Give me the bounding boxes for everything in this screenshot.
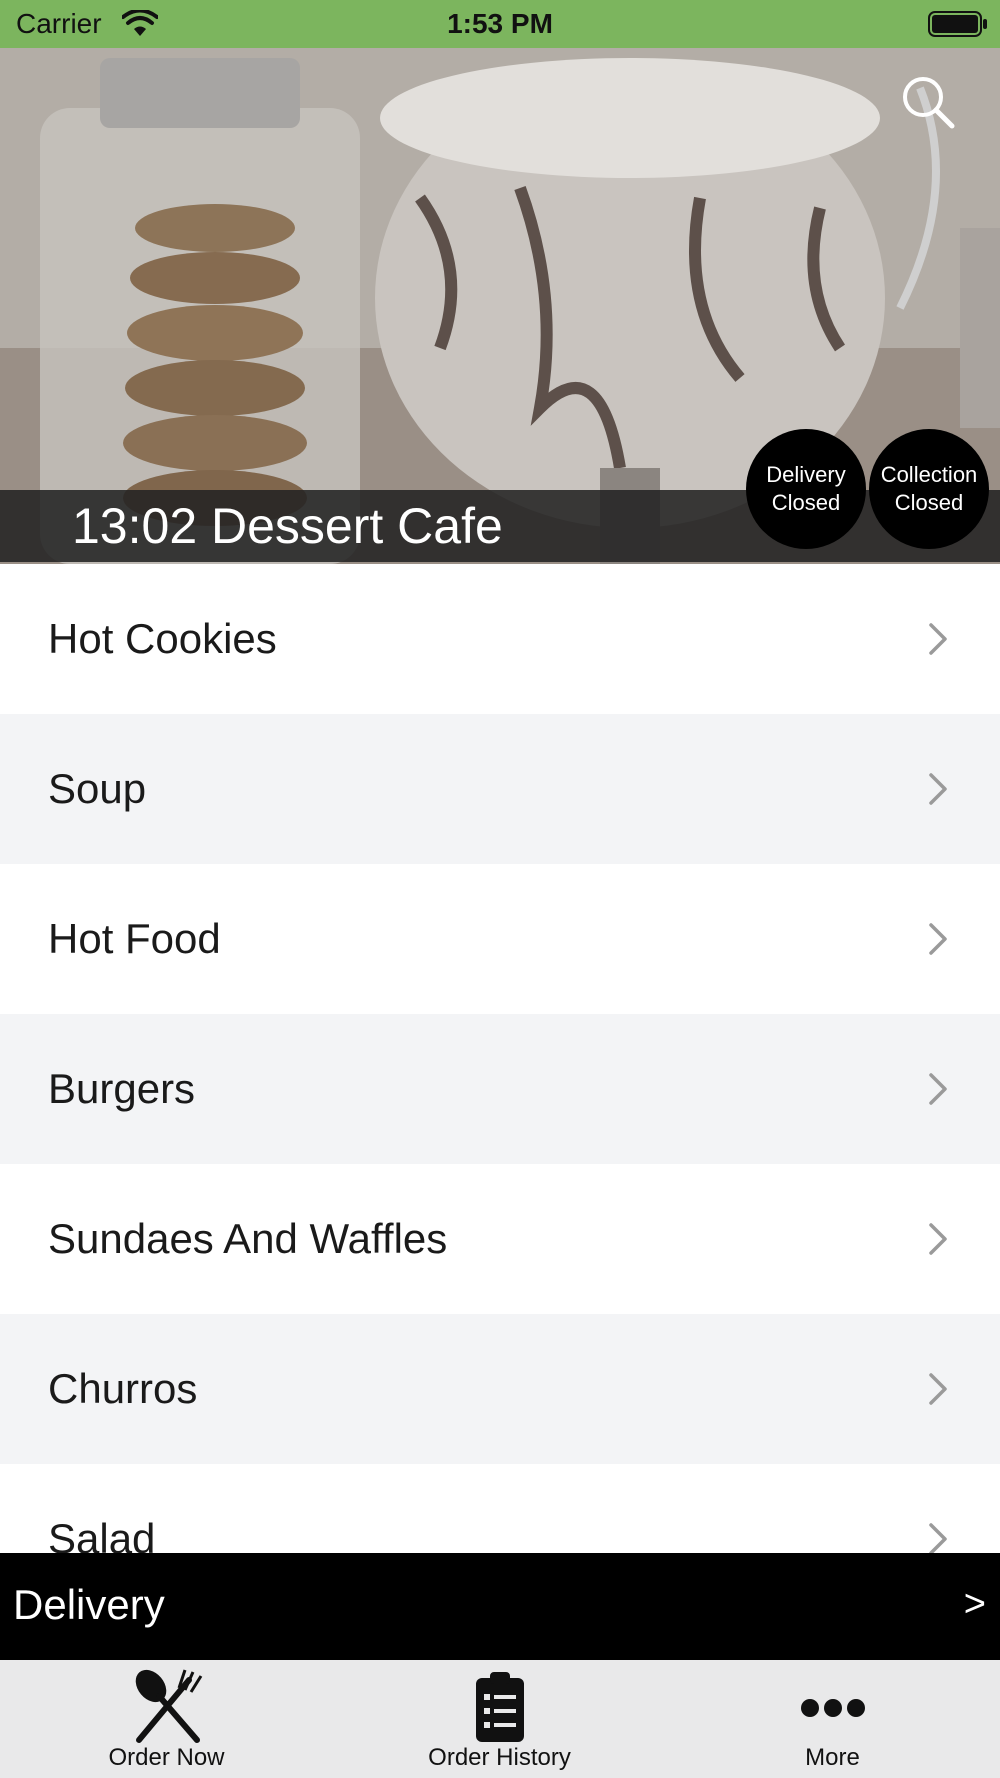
battery-icon: [928, 11, 987, 37]
chevron-right-icon: [929, 1223, 947, 1255]
tab-label: Order Now: [108, 1744, 225, 1771]
chevron-right-icon: [929, 773, 947, 805]
tab-order-now[interactable]: Order Now: [0, 1660, 333, 1778]
restaurant-name: 13:02 Dessert Cafe: [72, 498, 503, 554]
tab-order-history[interactable]: Order History: [333, 1660, 666, 1778]
menu-item-hot-cookies[interactable]: Hot Cookies: [0, 564, 1000, 714]
delivery-badge-line2: Closed: [771, 490, 841, 515]
menu-item-label: Sundaes And Waffles: [48, 1215, 448, 1262]
clipboard-list-icon: [475, 1672, 524, 1742]
menu-item-label: Soup: [48, 765, 147, 812]
tab-label: Order History: [428, 1744, 571, 1771]
menu-item-hot-food[interactable]: Hot Food: [0, 864, 1000, 1014]
tab-more[interactable]: More: [666, 1660, 999, 1778]
status-time: 1:53 PM: [447, 8, 553, 39]
menu-item-label: Salad: [48, 1515, 156, 1554]
status-bar: Carrier 1:53 PM: [0, 0, 1000, 48]
delivery-mode-label: Delivery: [13, 1581, 165, 1628]
bottom-tab-bar: Order Now Order History More: [0, 1660, 1000, 1778]
menu-item-label: Burgers: [48, 1065, 196, 1112]
delivery-mode-bar[interactable]: Delivery >: [0, 1553, 1000, 1660]
delivery-mode-arrow: >: [963, 1583, 986, 1625]
collection-badge-line1: Collection: [880, 462, 978, 487]
menu-item-label: Churros: [48, 1365, 198, 1412]
chevron-right-icon: [929, 1373, 947, 1405]
fork-knife-icon: [135, 1669, 202, 1743]
tab-label: More: [805, 1744, 860, 1771]
menu-item-sundaes-and-waffles[interactable]: Sundaes And Waffles: [0, 1164, 1000, 1314]
menu-item-burgers[interactable]: Burgers: [0, 1014, 1000, 1164]
menu-category-list: Hot Cookies Soup Hot Food Burgers Sundae…: [0, 564, 1000, 1554]
menu-item-churros[interactable]: Churros: [0, 1314, 1000, 1464]
menu-item-label: Hot Food: [48, 915, 221, 962]
menu-item-label: Hot Cookies: [48, 615, 277, 662]
chevron-right-icon: [929, 923, 947, 955]
collection-status-badge: Collection Closed: [869, 429, 989, 549]
menu-item-soup[interactable]: Soup: [0, 714, 1000, 864]
chevron-right-icon: [929, 1073, 947, 1105]
chevron-right-icon: [929, 623, 947, 655]
menu-item-salad[interactable]: Salad: [0, 1464, 1000, 1554]
delivery-status-badge: Delivery Closed: [746, 429, 866, 549]
delivery-badge-line1: Delivery: [766, 462, 846, 487]
search-icon[interactable]: [900, 74, 956, 130]
chevron-right-icon: [929, 1523, 947, 1554]
more-dots-icon: [800, 1699, 865, 1717]
collection-badge-line2: Closed: [894, 490, 964, 515]
